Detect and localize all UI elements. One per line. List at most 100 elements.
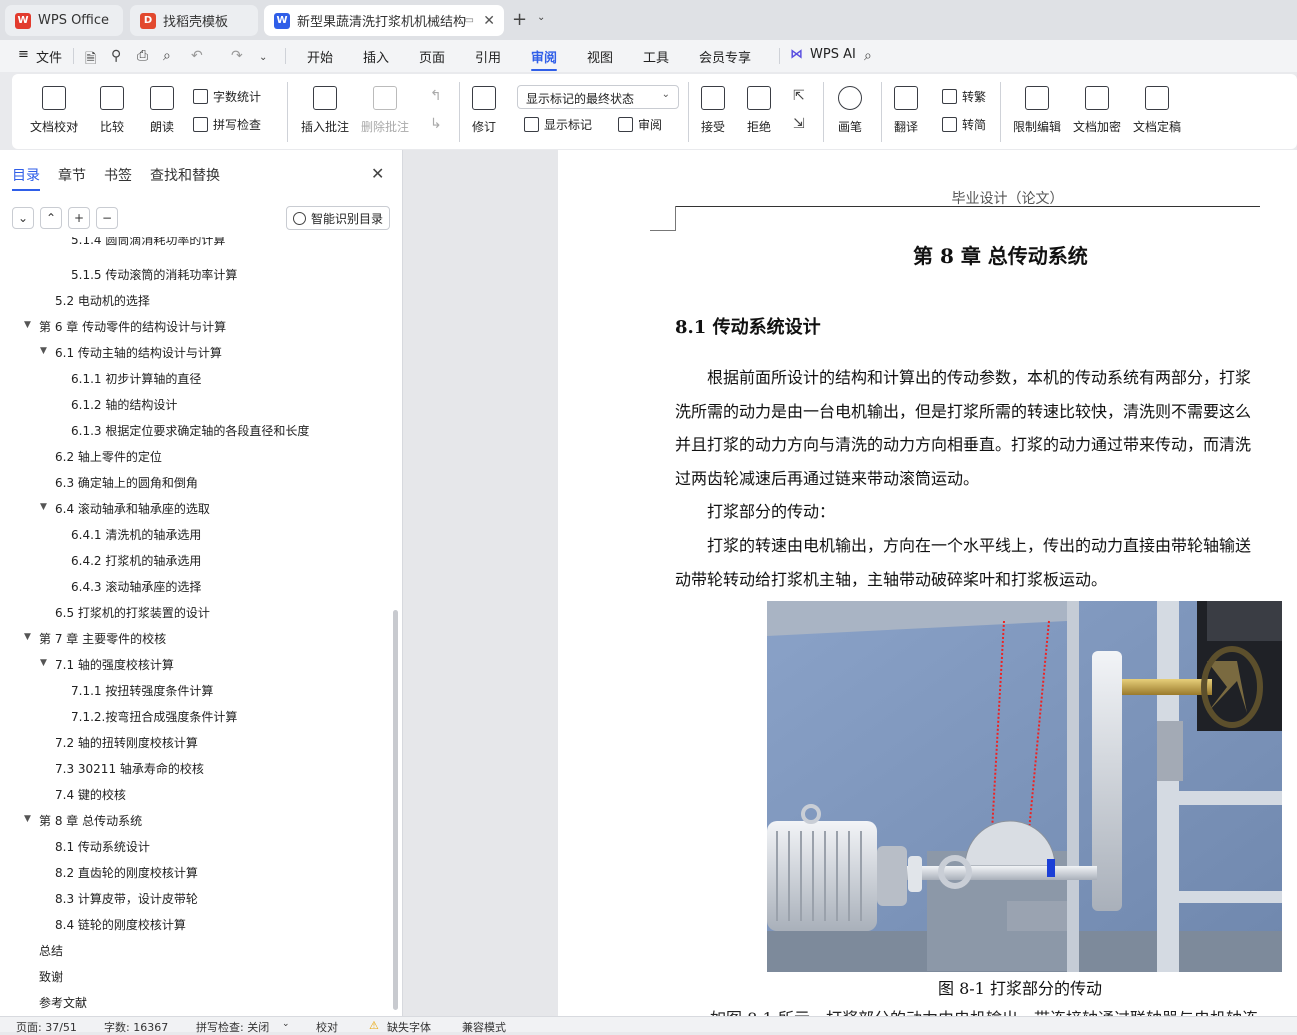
toc-item[interactable]: 6.5 打浆机的打浆装置的设计: [55, 604, 210, 621]
collapse-triangle-icon[interactable]: ▼: [24, 320, 31, 330]
menu-member[interactable]: 会员专享: [699, 47, 751, 66]
collapse-triangle-icon[interactable]: ▼: [24, 632, 31, 642]
toc-item[interactable]: 8.3 计算皮带，设计皮带轮: [55, 890, 198, 907]
menu-review[interactable]: 审阅: [531, 47, 558, 71]
tab-toc[interactable]: 目录: [12, 165, 40, 191]
tab-bookmarks[interactable]: 书签: [104, 165, 132, 185]
toc-item[interactable]: 6.1.2 轴的结构设计: [71, 396, 177, 413]
toc-item[interactable]: 7.1 轴的强度校核计算: [55, 656, 174, 673]
next-change-icon[interactable]: ⇲: [793, 116, 805, 132]
menu-start[interactable]: 开始: [307, 47, 333, 66]
show-markup-button[interactable]: 显示标记: [524, 116, 592, 133]
toc-item[interactable]: 6.4.1 清洗机的轴承选用: [71, 526, 201, 543]
toc-item[interactable]: 6.1.1 初步计算轴的直径: [71, 370, 201, 387]
collapse-triangle-icon[interactable]: ▼: [40, 502, 47, 512]
share-icon[interactable]: ⚲: [111, 48, 121, 64]
chevron-down-icon[interactable]: ⌄: [259, 52, 267, 63]
tab-chapters[interactable]: 章节: [58, 165, 86, 185]
toc-item[interactable]: 6.3 确定轴上的圆角和倒角: [55, 474, 198, 491]
toc-item[interactable]: 第 6 章 传动零件的结构设计与计算: [39, 318, 226, 335]
proof-indicator[interactable]: 校对: [316, 1019, 338, 1035]
menu-wps-ai[interactable]: WPS AI: [810, 47, 856, 62]
smart-toc-button[interactable]: 智能识别目录: [286, 206, 390, 230]
chevron-down-icon[interactable]: ⌄: [537, 12, 545, 23]
menu-file[interactable]: 文件: [36, 47, 62, 66]
toc-item[interactable]: 6.2 轴上零件的定位: [55, 448, 162, 465]
toc-item[interactable]: 6.4.3 滚动轴承座的选择: [71, 578, 201, 595]
collapse-triangle-icon[interactable]: ▼: [40, 658, 47, 668]
to-traditional-button[interactable]: 转繁: [942, 88, 986, 105]
menu-view[interactable]: 视图: [587, 47, 613, 66]
new-tab-icon[interactable]: +: [512, 9, 527, 30]
print-icon[interactable]: ⎙: [137, 48, 148, 64]
missing-font-indicator[interactable]: 缺失字体: [387, 1019, 431, 1035]
toc-item[interactable]: 7.1.2.按弯扭合成强度条件计算: [71, 708, 237, 725]
collapse-triangle-icon[interactable]: ▼: [24, 814, 31, 824]
search-icon[interactable]: ⌕: [864, 48, 872, 64]
expand-down-icon[interactable]: ⌄: [12, 207, 34, 229]
save-icon[interactable]: 🗎: [85, 48, 96, 72]
toc-item[interactable]: 8.1 传动系统设计: [55, 838, 150, 855]
review-pane-button[interactable]: 审阅: [618, 116, 662, 133]
tab-find-replace[interactable]: 查找和替换: [150, 165, 220, 185]
tab-current-document[interactable]: W 新型果蔬清洗打浆机机械结构 ▭ ✕: [264, 5, 504, 36]
toc-item[interactable]: 致谢: [39, 968, 63, 985]
toc-item[interactable]: 8.2 直齿轮的刚度校核计算: [55, 864, 198, 881]
tab-docer-templates[interactable]: D 找稻壳模板: [130, 5, 258, 36]
collapse-up-icon[interactable]: ⌃: [40, 207, 62, 229]
toc-item[interactable]: 7.1.1 按扭转强度条件计算: [71, 682, 213, 699]
toc-item[interactable]: 7.3 30211 轴承寿命的校核: [55, 760, 204, 777]
word-count-button[interactable]: 字数统计: [193, 88, 261, 105]
toc-item[interactable]: 6.1.3 根据定位要求确定轴的各段直径和长度: [71, 422, 309, 439]
encrypt-button[interactable]: 文档加密: [1073, 86, 1121, 135]
markup-state-select[interactable]: 显示标记的最终状态 ⌄: [517, 85, 679, 109]
prev-comment-icon[interactable]: ↰: [430, 88, 442, 104]
doc-check-button[interactable]: 文档校对: [30, 86, 78, 135]
reject-button[interactable]: 拒绝: [747, 86, 771, 135]
prev-change-icon[interactable]: ⇱: [793, 88, 805, 104]
toc-item[interactable]: 总结: [39, 942, 63, 959]
spell-check-button[interactable]: 拼写检查: [193, 116, 261, 133]
translate-button[interactable]: 翻译: [894, 86, 918, 135]
print-preview-icon[interactable]: ⌕: [163, 48, 171, 64]
collapse-triangle-icon[interactable]: ▼: [40, 346, 47, 356]
pen-button[interactable]: 画笔: [838, 86, 862, 135]
toc-item[interactable]: 5.1.4 圆筒滴消耗功率的计算: [71, 237, 225, 248]
close-icon[interactable]: ✕: [371, 164, 384, 183]
menu-tools[interactable]: 工具: [643, 47, 669, 66]
toc-item[interactable]: 6.4 滚动轴承和轴承座的选取: [55, 500, 210, 517]
compat-mode-indicator[interactable]: 兼容模式: [462, 1019, 506, 1035]
remove-icon[interactable]: −: [96, 207, 118, 229]
compare-button[interactable]: 比较: [100, 86, 124, 135]
monitor-icon[interactable]: ▭: [465, 15, 474, 26]
toc-item[interactable]: 7.2 轴的扭转刚度校核计算: [55, 734, 198, 751]
hamburger-icon[interactable]: ≡: [18, 47, 29, 62]
toc-item[interactable]: 第 7 章 主要零件的校核: [39, 630, 166, 647]
restrict-edit-button[interactable]: 限制编辑: [1013, 86, 1061, 135]
word-count-indicator[interactable]: 字数: 16367: [104, 1019, 168, 1035]
document-page[interactable]: 毕业设计（论文） 第 8 章 总传动系统 8.1 传动系统设计 根据前面所设计的…: [558, 150, 1297, 1016]
read-aloud-button[interactable]: 朗读: [150, 86, 174, 135]
toc-item[interactable]: 5.2 电动机的选择: [55, 292, 150, 309]
to-simplified-button[interactable]: 转简: [942, 116, 986, 133]
undo-icon[interactable]: ↶: [191, 48, 203, 64]
toc-item[interactable]: 5.1.5 传动滚筒的消耗功率计算: [71, 266, 237, 283]
sidebar-scrollbar[interactable]: [393, 610, 398, 1010]
menu-reference[interactable]: 引用: [475, 47, 501, 66]
spell-check-indicator[interactable]: 拼写检查: 关闭: [196, 1019, 269, 1035]
toc-item[interactable]: 参考文献: [39, 994, 87, 1011]
menu-insert[interactable]: 插入: [363, 47, 389, 66]
redo-icon[interactable]: ↷: [231, 48, 243, 64]
toc-item[interactable]: 第 8 章 总传动系统: [39, 812, 142, 829]
revise-button[interactable]: 修订: [472, 86, 496, 135]
wps-ai-icon[interactable]: ⋈: [790, 47, 803, 62]
next-comment-icon[interactable]: ↳: [430, 116, 442, 132]
toc-item[interactable]: 8.4 链轮的刚度校核计算: [55, 916, 186, 933]
close-tab-icon[interactable]: ✕: [483, 13, 495, 29]
page-indicator[interactable]: 页面: 37/51: [16, 1019, 77, 1035]
insert-comment-button[interactable]: 插入批注: [301, 86, 349, 135]
finalize-button[interactable]: 文档定稿: [1133, 86, 1181, 135]
add-icon[interactable]: +: [68, 207, 90, 229]
delete-comment-button[interactable]: 删除批注: [361, 86, 409, 135]
toc-item[interactable]: 6.1 传动主轴的结构设计与计算: [55, 344, 222, 361]
